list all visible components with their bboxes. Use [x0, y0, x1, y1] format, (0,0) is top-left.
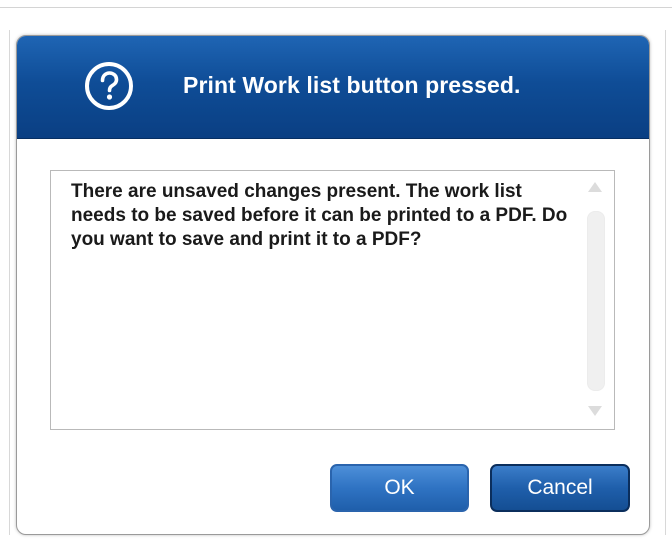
left-divider	[9, 30, 10, 535]
vertical-scrollbar[interactable]	[585, 179, 605, 419]
top-divider	[0, 7, 672, 8]
scroll-down-arrow-icon[interactable]	[588, 406, 602, 416]
dialog-title: Print Work list button pressed.	[183, 72, 521, 98]
right-divider	[665, 30, 666, 535]
message-text: There are unsaved changes present. The w…	[71, 181, 568, 250]
ok-button[interactable]: OK	[330, 464, 469, 512]
dialog-header: Print Work list button pressed.	[17, 36, 649, 139]
scroll-thumb[interactable]	[587, 211, 605, 391]
cancel-button[interactable]: Cancel	[490, 464, 630, 512]
scroll-up-arrow-icon[interactable]	[588, 182, 602, 192]
message-area: There are unsaved changes present. The w…	[50, 170, 615, 430]
question-icon	[85, 62, 133, 110]
print-worklist-dialog: Print Work list button pressed. There ar…	[16, 35, 650, 535]
